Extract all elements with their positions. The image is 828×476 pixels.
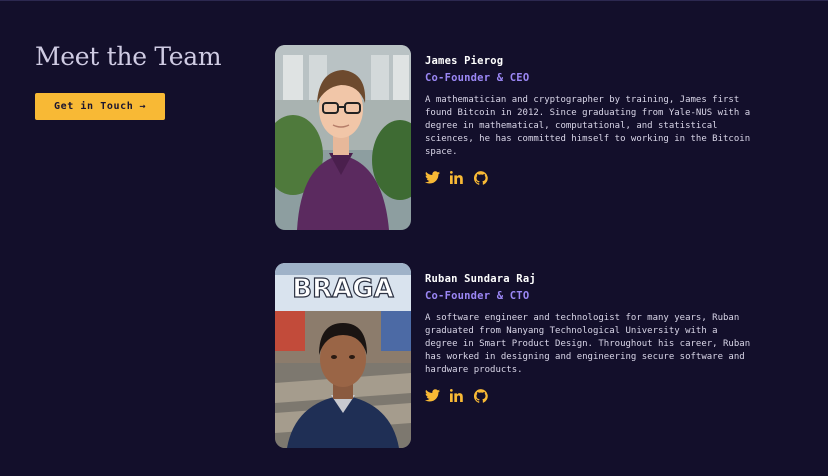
arrow-right-icon: → xyxy=(139,101,147,112)
top-divider xyxy=(0,0,828,1)
team-member-card: James Pierog Co-Founder & CEO A mathemat… xyxy=(275,45,755,231)
section-title: Meet the Team xyxy=(35,42,222,71)
get-in-touch-label: Get in Touch xyxy=(53,101,134,112)
member-bio: A software engineer and technologist for… xyxy=(425,313,751,375)
github-icon[interactable] xyxy=(473,170,488,185)
member-name: James Pierog xyxy=(425,55,504,67)
linkedin-icon[interactable] xyxy=(449,388,464,403)
github-icon[interactable] xyxy=(473,388,488,403)
member-photo: BRAGA xyxy=(275,263,411,448)
member-role: Co-Founder & CTO xyxy=(425,290,530,302)
twitter-icon[interactable] xyxy=(425,170,440,185)
member-name: Ruban Sundara Raj xyxy=(425,273,536,285)
social-links xyxy=(425,388,755,403)
team-member-card: BRAGA Ruban Sundara Raj Co-Founder & CTO… xyxy=(275,263,755,449)
member-bio: A mathematician and cryptographer by tra… xyxy=(425,95,751,157)
member-photo xyxy=(275,45,411,230)
get-in-touch-button[interactable]: Get in Touch → xyxy=(35,93,165,120)
photo-sign-text: BRAGA xyxy=(292,274,393,304)
twitter-icon[interactable] xyxy=(425,388,440,403)
member-role: Co-Founder & CEO xyxy=(425,72,530,84)
social-links xyxy=(425,170,755,185)
linkedin-icon[interactable] xyxy=(449,170,464,185)
